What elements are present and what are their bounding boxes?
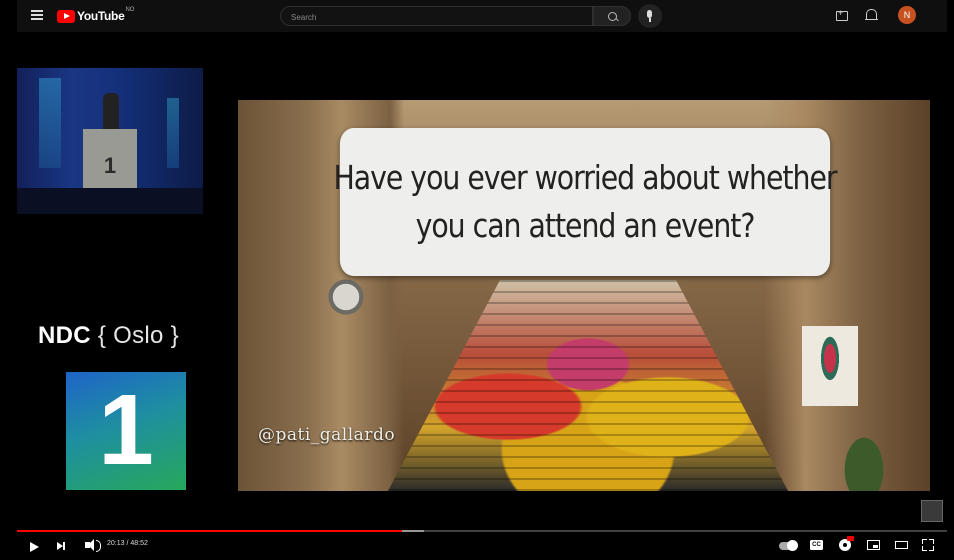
search-icon [608,12,617,21]
search-box[interactable] [280,6,593,27]
voice-search-icon[interactable] [638,4,662,28]
podium: 1 [83,129,137,189]
avatar[interactable]: N [898,6,916,24]
stage-light [167,98,179,168]
stage-floor [17,188,203,214]
slide-text-line-1: Have you ever worried about whether [333,158,837,197]
street-lamp [324,278,368,316]
search-input[interactable] [281,8,592,27]
conference-title: NDC { Oslo } [38,322,179,350]
logo-region: NO [125,7,135,13]
room-number-logo: 1 [66,372,186,490]
search-button[interactable] [593,6,631,26]
painted-stairs [388,280,788,491]
slide-text-line-2: you can attend an event? [415,206,756,245]
next-icon[interactable] [57,542,65,550]
autoplay-toggle[interactable] [779,540,798,551]
menu-icon[interactable] [31,10,43,20]
logo-text: YouTube [77,9,125,23]
play-icon[interactable] [30,542,39,552]
youtube-play-logo-icon [57,9,75,23]
notifications-bell-icon[interactable] [865,9,878,21]
youtube-logo[interactable]: YouTube NO [57,7,134,25]
miniplayer-icon[interactable] [867,540,880,550]
conference-city: { Oslo } [97,322,179,349]
wall-poster [802,326,858,406]
theater-mode-icon[interactable] [895,541,908,549]
time-display: 20:13 / 48:52 [107,540,148,547]
subtitles-cc-icon[interactable]: CC [810,540,823,550]
speaker-camera-inset: 1 [17,68,203,214]
conference-name: NDC [38,322,91,349]
player-controls: 20:13 / 48:52 CC [17,534,947,560]
played-bar [17,530,403,532]
speaker-figure [103,93,119,129]
progress-bar[interactable] [17,530,947,532]
volume-icon[interactable] [85,539,101,552]
create-video-icon[interactable] [836,8,848,21]
slide-speech-bubble: Have you ever worried about whether you … [333,128,838,276]
potted-plant [834,420,894,491]
settings-gear-icon[interactable] [839,536,854,551]
photo-credit: @pati_gallardo [258,425,396,445]
stage-light [39,78,61,168]
room-number: 1 [98,374,154,486]
channel-watermark-subscribe[interactable] [921,500,943,522]
fullscreen-icon[interactable] [922,539,934,551]
